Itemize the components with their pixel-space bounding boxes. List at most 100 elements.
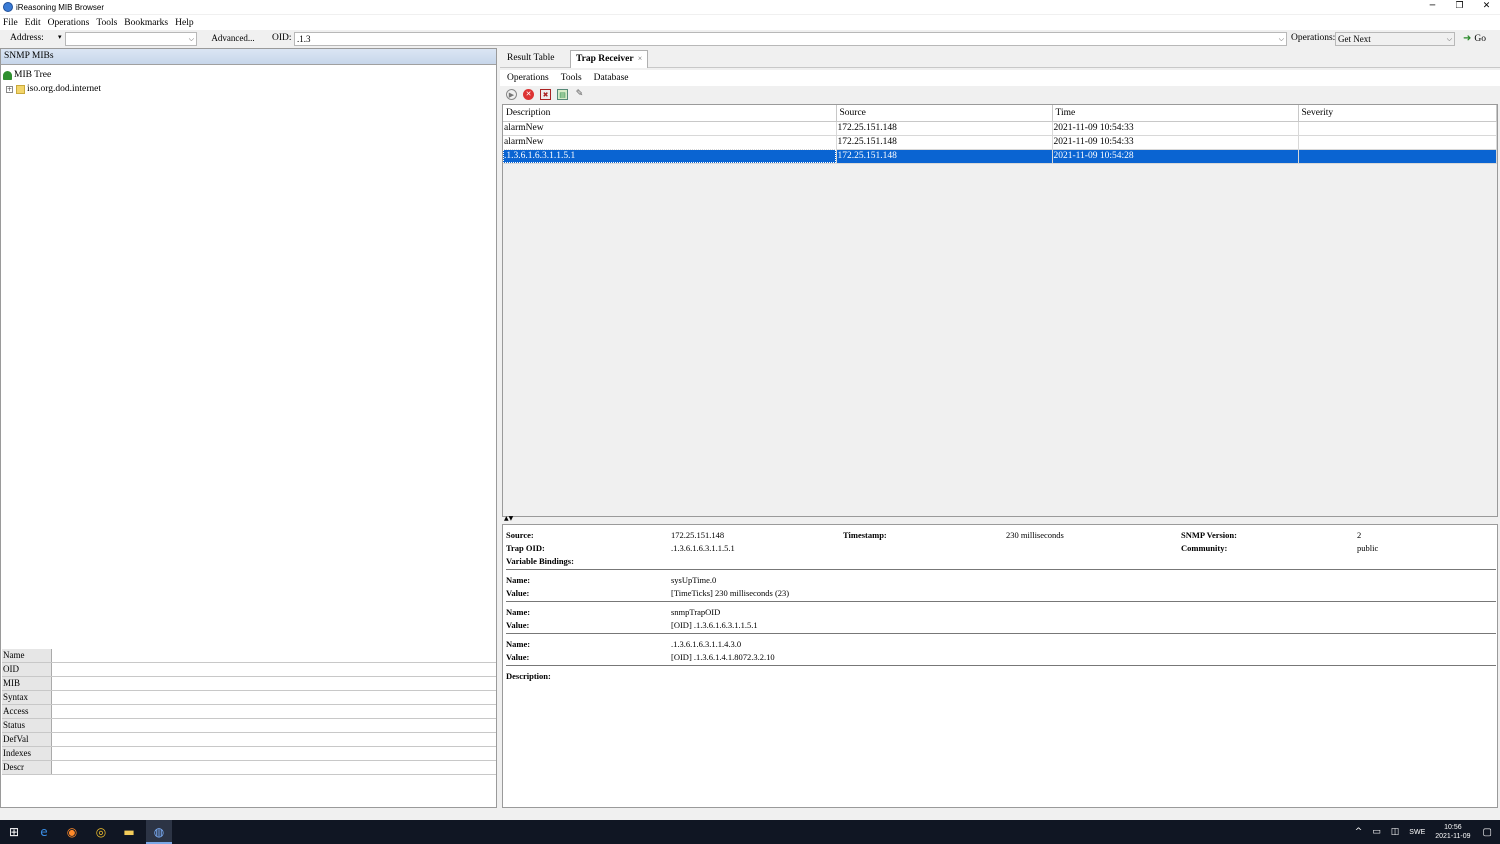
oid-combo[interactable]: .1.3 ⌵: [294, 32, 1287, 46]
splitter-arrows-icon[interactable]: ▲▼: [504, 515, 513, 522]
chrome-icon[interactable]: ◎: [93, 824, 109, 840]
cell-source: 172.25.151.148: [836, 121, 1053, 136]
tree-node-mib-tree[interactable]: MIB Tree: [3, 68, 496, 82]
menu-operations[interactable]: Operations: [48, 18, 90, 28]
table-row[interactable]: alarmNew 172.25.151.148 2021-11-09 10:54…: [503, 121, 1497, 136]
prop-row-indexes: Indexes: [2, 747, 496, 761]
minimize-button[interactable]: ─: [1419, 0, 1446, 14]
chevron-down-icon[interactable]: ⌵: [189, 33, 194, 45]
cell-severity: [1298, 135, 1497, 150]
cell-source: 172.25.151.148: [836, 135, 1053, 150]
close-tab-icon[interactable]: ×: [638, 54, 643, 63]
tray-expand-icon[interactable]: ^: [1355, 827, 1363, 837]
address-combo[interactable]: ⌵: [65, 32, 197, 46]
binding-value: [OID] .1.3.6.1.6.3.1.1.5.1: [671, 620, 758, 630]
file-explorer-icon[interactable]: ▬: [121, 824, 137, 840]
expand-icon[interactable]: +: [6, 85, 13, 93]
trap-menu-database[interactable]: Database: [594, 73, 629, 83]
edge-browser-icon[interactable]: e: [36, 824, 52, 840]
menu-edit[interactable]: Edit: [25, 18, 41, 28]
menu-bar: File Edit Operations Tools Bookmarks Hel…: [0, 15, 1500, 30]
windows-start-icon[interactable]: ⊞: [6, 824, 22, 840]
notifications-icon[interactable]: ▢: [1483, 827, 1492, 838]
mib-tree[interactable]: MIB Tree + iso.org.dod.internet: [1, 65, 496, 96]
start-icon[interactable]: ▶: [506, 89, 517, 100]
column-source[interactable]: Source: [836, 105, 1053, 122]
column-severity[interactable]: Severity: [1298, 105, 1497, 122]
binding-name: .1.3.6.1.6.3.1.1.4.3.0: [671, 639, 742, 649]
cell-time: 2021-11-09 10:54:28: [1052, 149, 1299, 164]
clock[interactable]: 10:56 2021-11-09: [1435, 823, 1470, 841]
tree-icon: [3, 70, 12, 80]
restore-button[interactable]: ❐: [1446, 0, 1473, 14]
prop-row-name: Name: [2, 649, 496, 663]
trap-table-container: Description Source Time Severity alarmNe…: [502, 104, 1498, 517]
go-arrow-icon: ➜: [1463, 33, 1472, 44]
tab-trap-receiver[interactable]: Trap Receiver ×: [570, 50, 649, 68]
divider: [506, 601, 1496, 602]
save-icon[interactable]: ▤: [557, 89, 568, 100]
chevron-down-icon[interactable]: ⌵: [1279, 33, 1284, 45]
volume-icon[interactable]: ◫: [1391, 827, 1400, 837]
window-title: iReasoning MIB Browser: [16, 2, 105, 12]
language-indicator[interactable]: SWE: [1409, 829, 1425, 836]
prop-row-defval: DefVal: [2, 733, 496, 747]
table-row[interactable]: alarmNew 172.25.151.148 2021-11-09 10:54…: [503, 135, 1497, 150]
operations-value: Get Next: [1338, 34, 1371, 44]
binding-value: [TimeTicks] 230 milliseconds (23): [671, 588, 790, 598]
prop-value: [52, 663, 496, 676]
prop-row-status: Status: [2, 719, 496, 733]
cell-time: 2021-11-09 10:54:33: [1052, 135, 1299, 150]
close-window-button[interactable]: ✕: [1473, 0, 1500, 14]
tree-node-iso[interactable]: + iso.org.dod.internet: [3, 82, 496, 96]
prop-row-syntax: Syntax: [2, 691, 496, 705]
timestamp-value: 230 milliseconds: [1006, 530, 1064, 540]
network-icon[interactable]: ▭: [1372, 827, 1381, 837]
prop-key: Indexes: [2, 747, 52, 760]
trap-oid-label: Trap OID:: [506, 543, 545, 553]
menu-bookmarks[interactable]: Bookmarks: [124, 18, 168, 28]
operations-select[interactable]: Get Next ⌵: [1335, 32, 1455, 46]
pane-splitter[interactable]: ▲▼: [502, 515, 1498, 523]
trap-toolbar: ▶ ✕ ✖ ▤ ✎: [500, 87, 1500, 102]
prop-value: [52, 761, 496, 774]
address-toolbar: Address: ▾ ⌵ Advanced... OID: .1.3 ⌵ Ope…: [0, 31, 1500, 47]
delete-icon[interactable]: ✖: [540, 89, 551, 100]
tab-result-table[interactable]: Result Table: [507, 50, 554, 68]
column-description[interactable]: Description: [503, 105, 837, 122]
trap-table-header: Description Source Time Severity: [503, 105, 1497, 122]
divider: [506, 569, 1496, 570]
menu-file[interactable]: File: [3, 18, 18, 28]
mib-browser-window: iReasoning MIB Browser ─ ❐ ✕ File Edit O…: [0, 0, 1500, 844]
cell-severity: [1298, 121, 1497, 136]
trap-menu-tools[interactable]: Tools: [561, 73, 582, 83]
prop-value: [52, 733, 496, 746]
snmp-version-value: 2: [1357, 530, 1362, 540]
go-button[interactable]: ➜ Go: [1463, 33, 1486, 44]
prop-value: [52, 691, 496, 704]
prop-key: Name: [2, 649, 52, 662]
prop-key: MIB: [2, 677, 52, 690]
chevron-down-icon[interactable]: ⌵: [1447, 33, 1452, 45]
app-icon: [3, 2, 13, 12]
address-dropdown-icon[interactable]: ▾: [58, 33, 62, 41]
mib-panel: SNMP MIBs MIB Tree + iso.org.dod.interne…: [0, 48, 497, 808]
clock-date: 2021-11-09: [1435, 833, 1471, 840]
settings-icon[interactable]: ✎: [574, 89, 585, 100]
prop-key: OID: [2, 663, 52, 676]
table-row-selected[interactable]: .1.3.6.1.6.3.1.1.5.1 172.25.151.148 2021…: [503, 149, 1497, 164]
mib-browser-taskbar-icon[interactable]: ◍: [151, 824, 167, 840]
operations-label: Operations:: [1291, 33, 1336, 43]
snmp-version-label: SNMP Version:: [1181, 530, 1237, 540]
menu-help[interactable]: Help: [175, 18, 193, 28]
trap-oid-value: .1.3.6.1.6.3.1.1.5.1: [671, 543, 735, 553]
prop-row-oid: OID: [2, 663, 496, 677]
column-time[interactable]: Time: [1052, 105, 1299, 122]
stop-icon[interactable]: ✕: [523, 89, 534, 100]
trap-menu-operations[interactable]: Operations: [507, 73, 549, 83]
menu-tools[interactable]: Tools: [96, 18, 117, 28]
firefox-icon[interactable]: ◉: [64, 824, 80, 840]
trap-receiver-menu: Operations Tools Database: [500, 70, 1500, 86]
windows-taskbar: ⊞ e ◉ ◎ ▬ ◍ ^ ▭ ◫ SWE 10:56 2021-11-09 ▢: [0, 820, 1500, 844]
advanced-button[interactable]: Advanced...: [200, 32, 266, 46]
